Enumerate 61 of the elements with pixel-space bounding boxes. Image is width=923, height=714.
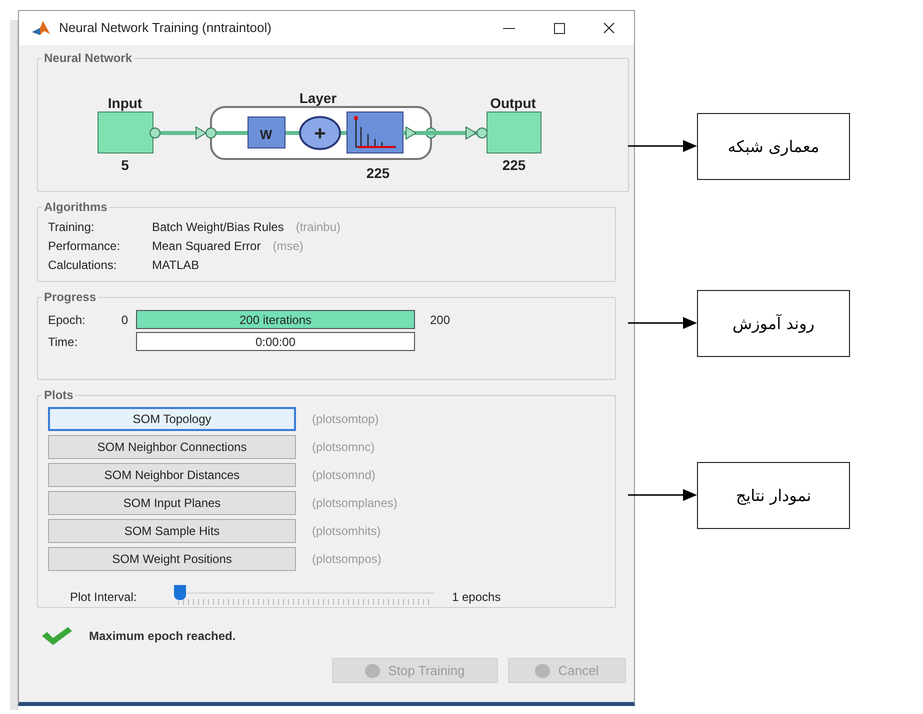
- connector-arrow: [150, 126, 207, 140]
- algorithm-value: Mean Squared Error: [152, 238, 261, 255]
- plot-function: (plotsomplanes): [312, 495, 398, 512]
- group-title: Algorithms: [43, 199, 108, 216]
- status-message: Maximum epoch reached.: [89, 628, 236, 645]
- transfer-function-icon: [346, 112, 404, 154]
- plot-interval-value: 1 epochs: [452, 589, 501, 606]
- progress-label: Time:: [48, 334, 78, 350]
- plot-function: (plotsomnd): [312, 467, 376, 484]
- input-size: 5: [121, 157, 129, 173]
- output-block: [486, 112, 542, 154]
- plot-button[interactable]: SOM Neighbor Distances: [48, 463, 296, 487]
- time-field: 0:00:00: [136, 332, 415, 351]
- app-logo-icon: [31, 20, 51, 36]
- progress-start: 0: [121, 312, 128, 328]
- group-title: Plots: [43, 387, 74, 404]
- algorithm-value: Batch Weight/Bias Rules: [152, 219, 284, 236]
- plot-button[interactable]: SOM Weight Positions: [48, 547, 296, 571]
- button-icon: [365, 664, 380, 678]
- output-size: 225: [502, 157, 526, 173]
- plot-function: (plotsomhits): [312, 523, 381, 540]
- algorithm-label: Performance:: [48, 238, 122, 255]
- close-icon: [603, 22, 615, 34]
- weight-label: W: [260, 127, 272, 142]
- progress-label: Epoch:: [48, 312, 86, 328]
- plot-button[interactable]: SOM Topology: [48, 407, 296, 431]
- window-title: Neural Network Training (nntraintool): [59, 19, 272, 38]
- algorithm-code: (mse): [272, 238, 304, 255]
- button-icon: [535, 664, 550, 678]
- input-block: [98, 112, 154, 154]
- sum-node: [299, 116, 341, 150]
- algorithm-label: Calculations:: [48, 257, 118, 274]
- progress-text: 200 iterations: [239, 312, 312, 328]
- sum-symbol: +: [314, 123, 326, 145]
- group-title: Neural Network: [43, 50, 134, 67]
- slider-thumb[interactable]: [174, 585, 186, 600]
- group-title: Progress: [43, 289, 98, 306]
- progress-end: 200: [430, 312, 450, 328]
- plot-button[interactable]: SOM Sample Hits: [48, 519, 296, 543]
- plot-button[interactable]: SOM Neighbor Connections: [48, 435, 296, 459]
- layer-size: 225: [366, 165, 390, 181]
- plot-interval-label: Plot Interval:: [70, 589, 138, 606]
- annotation-label: نمودار نتایج: [697, 462, 850, 529]
- algorithm-label: Training:: [48, 219, 96, 236]
- arrow: [628, 316, 698, 330]
- input-label: Input: [108, 95, 142, 111]
- arrow: [628, 139, 698, 153]
- maximize-icon: [554, 22, 564, 34]
- plot-button[interactable]: SOM Input Planes: [48, 491, 296, 515]
- algorithm-code: (trainbu): [296, 219, 341, 236]
- algorithm-value: MATLAB: [152, 257, 200, 274]
- annotation-label: روند آموزش: [697, 290, 850, 357]
- checkmark-icon: [41, 626, 73, 646]
- annotation-label: معماری شبکه: [697, 113, 850, 180]
- weight-block: [248, 116, 286, 148]
- plot-function: (plotsompos): [312, 551, 382, 568]
- plot-function: (plotsomnc): [312, 439, 375, 456]
- output-label: Output: [490, 95, 536, 111]
- plot-function: (plotsomtop): [312, 411, 379, 428]
- arrow: [628, 488, 698, 502]
- layer-label: Layer: [299, 90, 337, 106]
